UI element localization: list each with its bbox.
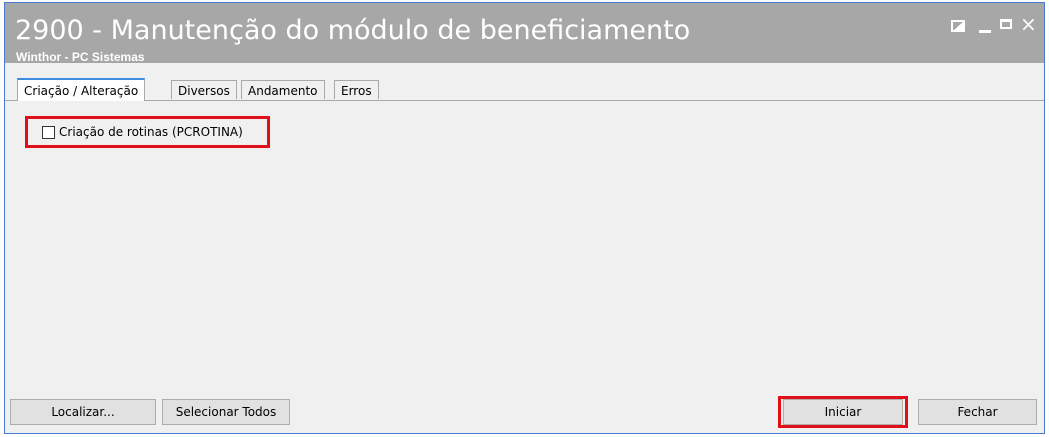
tab-criacao-alteracao[interactable]: Criação / Alteração — [17, 78, 146, 101]
selecionar-todos-button[interactable]: Selecionar Todos — [162, 399, 290, 425]
criacao-rotinas-label[interactable]: Criação de rotinas (PCROTINA) — [59, 125, 243, 139]
iniciar-button[interactable]: Iniciar — [783, 399, 903, 425]
close-icon[interactable]: × — [1020, 14, 1037, 34]
title-bar[interactable]: 2900 - Manutenção do módulo de beneficia… — [5, 3, 1044, 64]
highlight-criacao-rotinas: Criação de rotinas (PCROTINA) — [25, 116, 270, 148]
tab-andamento[interactable]: Andamento — [241, 80, 325, 99]
tab-bar: Criação / Alteração Diversos Andamento E… — [5, 78, 1044, 101]
localizar-button[interactable]: Localizar... — [10, 399, 156, 425]
main-window: 2900 - Manutenção do módulo de beneficia… — [4, 2, 1045, 434]
highlight-iniciar: Iniciar — [778, 396, 908, 428]
tab-diversos[interactable]: Diversos — [171, 80, 237, 99]
restore-icon[interactable] — [951, 20, 965, 32]
window-title: 2900 - Manutenção do módulo de beneficia… — [15, 15, 691, 46]
minimize-icon[interactable] — [979, 30, 991, 33]
fechar-button[interactable]: Fechar — [918, 399, 1037, 425]
tab-erros[interactable]: Erros — [334, 80, 379, 99]
maximize-icon[interactable] — [1000, 19, 1012, 29]
window-subtitle: Winthor - PC Sistemas — [16, 50, 145, 64]
criacao-rotinas-checkbox[interactable] — [42, 126, 55, 139]
